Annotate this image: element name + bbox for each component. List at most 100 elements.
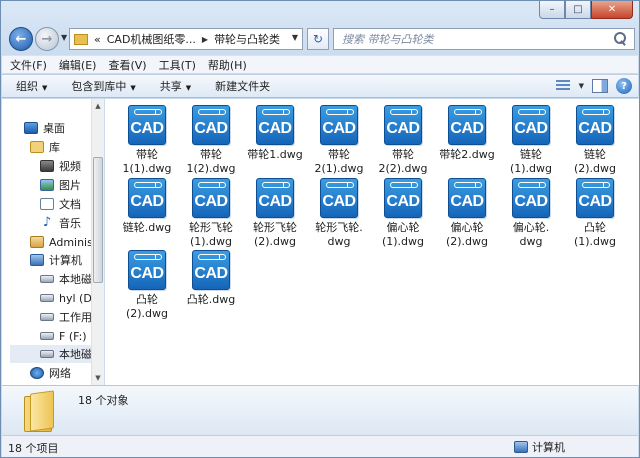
sidebar-item-music[interactable]: ♪ 音乐 [40, 214, 81, 232]
cad-file-icon: CAD [576, 105, 614, 145]
file-item[interactable]: CAD 轮形飞轮 (2).dwg [243, 178, 307, 249]
navigation-scrollbar[interactable]: ▲ ▼ [91, 99, 104, 385]
file-name: 轮形飞轮. dwg [315, 221, 363, 248]
desktop-icon [24, 122, 38, 134]
scroll-up-icon[interactable]: ▲ [92, 99, 104, 113]
file-name: 偏心轮. dwg [512, 221, 550, 248]
status-bar: 18 个项目 计算机 [2, 435, 638, 457]
sidebar-item-videos[interactable]: 视频 [40, 157, 81, 175]
organize-button[interactable]: 组织 ▼ [16, 78, 47, 94]
file-item[interactable]: CAD 偏心轮 (1).dwg [371, 178, 435, 249]
address-history-chevron-icon[interactable]: ▼ [292, 33, 298, 42]
sidebar-item-libraries[interactable]: 库 [30, 138, 60, 156]
cad-icon-tab [262, 109, 290, 115]
status-item-count: 18 个项目 [8, 442, 59, 455]
menu-tools[interactable]: 工具(T) [159, 57, 196, 73]
menu-edit[interactable]: 编辑(E) [59, 57, 97, 73]
drive-icon [40, 294, 54, 302]
cad-icon-tab [454, 182, 482, 188]
file-item[interactable]: CAD 偏心轮. dwg [499, 178, 563, 249]
drive-icon [40, 275, 54, 283]
file-item[interactable]: CAD 凸轮 (2).dwg [115, 250, 179, 321]
file-item[interactable]: CAD 凸轮 (1).dwg [563, 178, 627, 249]
file-item[interactable]: CAD 带轮 2(1).dwg [307, 105, 371, 176]
command-bar-right: ▼ ? [555, 78, 632, 94]
cad-icon-label: CAD [386, 120, 420, 137]
sidebar-item-label: 视频 [59, 160, 81, 173]
close-button[interactable]: ✕ [591, 1, 633, 19]
sidebar-item-label: F (F:) [59, 329, 87, 343]
file-name: 轮形飞轮 (2).dwg [253, 221, 297, 248]
scroll-down-icon[interactable]: ▼ [92, 371, 104, 385]
sidebar-item-local-disk-selected[interactable]: 本地磁盘 [10, 345, 103, 363]
file-item[interactable]: CAD 轮形飞轮. dwg [307, 178, 371, 249]
cad-icon-tab [582, 182, 610, 188]
cad-file-icon: CAD [256, 178, 294, 218]
file-name: 链轮 (1).dwg [509, 148, 553, 175]
search-placeholder: 搜索 带轮与凸轮类 [342, 33, 434, 46]
cad-file-icon: CAD [448, 105, 486, 145]
sidebar-item-label: 音乐 [59, 217, 81, 230]
sidebar-item-desktop[interactable]: 桌面 [24, 119, 65, 137]
scrollbar-thumb[interactable] [93, 157, 103, 283]
sidebar-item-pictures[interactable]: 图片 [40, 176, 81, 194]
file-item[interactable]: CAD 带轮2.dwg [435, 105, 499, 162]
menu-help[interactable]: 帮助(H) [208, 57, 247, 73]
file-item[interactable]: CAD 带轮 2(2).dwg [371, 105, 435, 176]
cad-icon-tab [454, 109, 482, 115]
view-options-chevron-icon[interactable]: ▼ [579, 82, 584, 90]
sidebar-item-administrator[interactable]: Administ [30, 233, 97, 251]
maximize-button[interactable]: □ [565, 1, 591, 19]
new-folder-button[interactable]: 新建文件夹 [215, 78, 270, 94]
cad-icon-label: CAD [386, 193, 420, 210]
chevron-down-icon: ▼ [185, 84, 192, 92]
file-item[interactable]: CAD 链轮 (1).dwg [499, 105, 563, 176]
folder-icon [24, 392, 54, 432]
minimize-button[interactable]: – [539, 1, 565, 19]
menu-file[interactable]: 文件(F) [10, 57, 47, 73]
share-button[interactable]: 共享 ▼ [160, 78, 191, 94]
help-icon[interactable]: ? [616, 78, 632, 94]
cad-icon-tab [134, 254, 162, 260]
change-view-icon[interactable] [555, 79, 571, 93]
file-item[interactable]: CAD 带轮1.dwg [243, 105, 307, 162]
sidebar-item-documents[interactable]: 文档 [40, 195, 81, 213]
music-icon: ♪ [42, 215, 52, 230]
forward-button[interactable]: → [35, 27, 59, 51]
include-in-library-button[interactable]: 包含到库中 ▼ [71, 78, 135, 94]
file-name: 链轮 (2).dwg [573, 148, 617, 175]
breadcrumb-segment[interactable]: CAD机械图纸零... [107, 31, 196, 47]
file-item[interactable]: CAD 凸轮.dwg [179, 250, 243, 307]
file-name: 凸轮 (1).dwg [573, 221, 617, 248]
sidebar-item-label: 库 [49, 141, 60, 154]
address-overflow[interactable]: « [94, 33, 101, 46]
breadcrumb-segment-current[interactable]: 带轮与凸轮类 [214, 31, 280, 47]
sidebar-item-drive-f[interactable]: F (F:) [40, 327, 87, 345]
file-item[interactable]: CAD 带轮 1(2).dwg [179, 105, 243, 176]
cad-icon-label: CAD [514, 120, 548, 137]
sidebar-item-network[interactable]: 网络 [30, 364, 71, 382]
file-item[interactable]: CAD 偏心轮 (2).dwg [435, 178, 499, 249]
file-item[interactable]: CAD 链轮.dwg [115, 178, 179, 235]
breadcrumb-separator-icon[interactable]: ▶ [202, 35, 208, 44]
new-folder-label: 新建文件夹 [215, 80, 271, 93]
search-input[interactable]: 搜索 带轮与凸轮类 [333, 28, 635, 50]
address-bar[interactable]: « CAD机械图纸零... ▶ 带轮与凸轮类 ▼ [69, 28, 303, 50]
cad-icon-label: CAD [130, 120, 164, 137]
file-name: 偏心轮 (1).dwg [381, 221, 425, 248]
cad-icon-label: CAD [258, 120, 292, 137]
file-name: 带轮 1(1).dwg [122, 148, 172, 175]
preview-pane-icon[interactable] [592, 79, 608, 93]
recent-pages-chevron-icon[interactable]: ▼ [61, 33, 67, 42]
refresh-button[interactable]: ↻ [307, 28, 329, 50]
back-button[interactable]: ← [9, 27, 33, 51]
menu-view[interactable]: 查看(V) [108, 57, 146, 73]
file-item[interactable]: CAD 带轮 1(1).dwg [115, 105, 179, 176]
search-icon[interactable] [612, 31, 628, 47]
file-item[interactable]: CAD 链轮 (2).dwg [563, 105, 627, 176]
cad-icon-label: CAD [130, 193, 164, 210]
file-item[interactable]: CAD 轮形飞轮 (1).dwg [179, 178, 243, 249]
cad-icon-label: CAD [578, 120, 612, 137]
sidebar-item-computer[interactable]: 计算机 [30, 251, 82, 269]
cad-file-icon: CAD [128, 178, 166, 218]
